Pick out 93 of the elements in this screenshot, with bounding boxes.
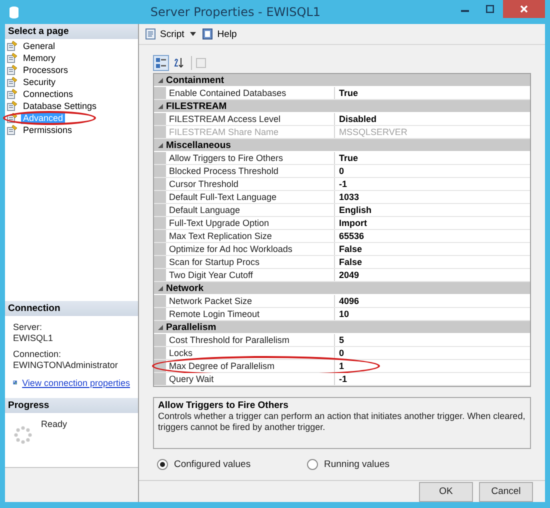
radio-icon[interactable] <box>157 459 168 470</box>
property-value[interactable]: 5 <box>335 334 530 346</box>
collapse-icon[interactable] <box>158 142 162 148</box>
connection-label: Connection: <box>13 349 62 359</box>
dropdown-caret-icon[interactable] <box>190 32 196 36</box>
category-name: Parallelism <box>166 322 216 332</box>
category-name: Network <box>166 282 204 294</box>
script-button[interactable]: Script <box>145 28 184 40</box>
page-icon <box>7 125 18 135</box>
property-name[interactable]: Default Language <box>166 204 335 216</box>
dialog-button[interactable]: OK <box>419 482 473 502</box>
page-icon <box>7 89 18 99</box>
property-value[interactable]: False <box>335 243 530 255</box>
property-value[interactable]: 0 <box>335 165 530 177</box>
property-value[interactable]: 65536 <box>335 230 530 242</box>
collapse-icon[interactable] <box>158 104 162 108</box>
property-name[interactable]: Default Full-Text Language <box>166 191 335 203</box>
property-name[interactable]: Locks <box>166 347 335 359</box>
category-name: Containment <box>166 74 224 86</box>
script-icon <box>145 28 157 40</box>
page-icon <box>7 101 18 111</box>
page-item[interactable]: Processors <box>21 64 70 76</box>
page-item[interactable]: Permissions <box>21 124 74 136</box>
connection-properties-link[interactable]: View connection properties <box>22 378 130 388</box>
property-value[interactable]: True <box>335 152 530 164</box>
page-icon <box>7 65 18 75</box>
page-item[interactable]: Security <box>21 76 58 88</box>
radio-option[interactable]: Running values <box>307 459 457 470</box>
property-name[interactable]: Blocked Process Threshold <box>166 165 335 177</box>
radio-option[interactable]: Configured values <box>157 459 307 470</box>
property-value[interactable]: -1 <box>335 178 530 190</box>
property-value[interactable]: 2049 <box>335 269 530 281</box>
server-label: Server: <box>13 322 44 332</box>
property-name[interactable]: Scan for Startup Procs <box>166 256 335 268</box>
property-name[interactable]: Full-Text Upgrade Option <box>166 217 335 229</box>
category-name: Miscellaneous <box>166 140 231 150</box>
section-header: Select a page <box>5 24 138 39</box>
property-value[interactable]: English <box>335 204 530 216</box>
property-value[interactable]: 10 <box>335 308 530 320</box>
description-text: Controls whether a trigger can perform an action that initiates another trigger. When cleared, triggers cannot be fired by another trigger. <box>158 411 526 433</box>
database-icon <box>9 6 19 18</box>
spinner-icon <box>13 425 33 445</box>
section-header: Connection <box>5 301 138 316</box>
property-name[interactable]: Optimize for Ad hoc Workloads <box>166 243 335 255</box>
property-pages-icon <box>196 58 206 68</box>
property-name[interactable]: Cost Threshold for Parallelism <box>166 334 335 346</box>
page-item[interactable]: Memory <box>21 52 58 64</box>
collapse-icon[interactable] <box>158 78 162 82</box>
property-name[interactable]: Two Digit Year Cutoff <box>166 269 335 281</box>
property-value[interactable]: 0 <box>335 347 530 359</box>
window-title: Server Properties - EWISQL1 <box>149 5 322 19</box>
property-name[interactable]: Cursor Threshold <box>166 178 335 190</box>
property-value[interactable]: Disabled <box>335 113 530 125</box>
property-value[interactable]: 4096 <box>335 295 530 307</box>
close-button[interactable] <box>503 0 545 18</box>
dialog-button[interactable]: Cancel <box>479 482 533 502</box>
property-value[interactable]: False <box>335 256 530 268</box>
property-name[interactable]: Network Packet Size <box>166 295 335 307</box>
property-name[interactable]: Query Wait <box>166 373 335 385</box>
property-name[interactable]: FILESTREAM Access Level <box>166 113 335 125</box>
server-name: EWISQL1 <box>13 333 54 343</box>
property-value[interactable]: 1 <box>335 360 530 372</box>
property-value[interactable]: 1033 <box>335 191 530 203</box>
connection-user: EWINGTON\Administrator <box>13 360 119 370</box>
help-icon <box>202 28 214 40</box>
description-title: Allow Triggers to Fire Others <box>158 400 290 411</box>
property-value[interactable]: Import <box>335 217 530 229</box>
maximize-icon <box>486 5 494 13</box>
page-item[interactable]: Connections <box>21 88 76 100</box>
property-name[interactable]: Allow Triggers to Fire Others <box>166 152 335 164</box>
section-header: Progress <box>5 398 138 413</box>
page-item[interactable]: General <box>21 40 58 52</box>
categorized-button[interactable] <box>153 55 169 71</box>
sort-icon <box>174 58 184 68</box>
property-value[interactable]: True <box>335 87 530 99</box>
help-button[interactable]: Help <box>202 28 237 40</box>
property-name[interactable]: Remote Login Timeout <box>166 308 335 320</box>
page-icon <box>7 41 18 51</box>
categorized-icon <box>156 58 166 68</box>
collapse-icon[interactable] <box>158 286 162 290</box>
page-icon <box>7 53 18 63</box>
page-item[interactable]: Database Settings <box>21 100 99 112</box>
radio-icon[interactable] <box>307 459 318 470</box>
page-icon <box>7 77 18 87</box>
collapse-icon[interactable] <box>158 324 162 330</box>
close-icon <box>520 5 528 13</box>
property-name[interactable]: Enable Contained Databases <box>166 87 335 99</box>
property-name[interactable]: Max Degree of Parallelism <box>166 360 335 372</box>
property-name[interactable]: Max Text Replication Size <box>166 230 335 242</box>
property-value[interactable]: -1 <box>335 373 530 385</box>
progress-status: Ready <box>41 419 68 429</box>
category-name: FILESTREAM <box>166 100 227 112</box>
page-icon <box>7 113 18 123</box>
